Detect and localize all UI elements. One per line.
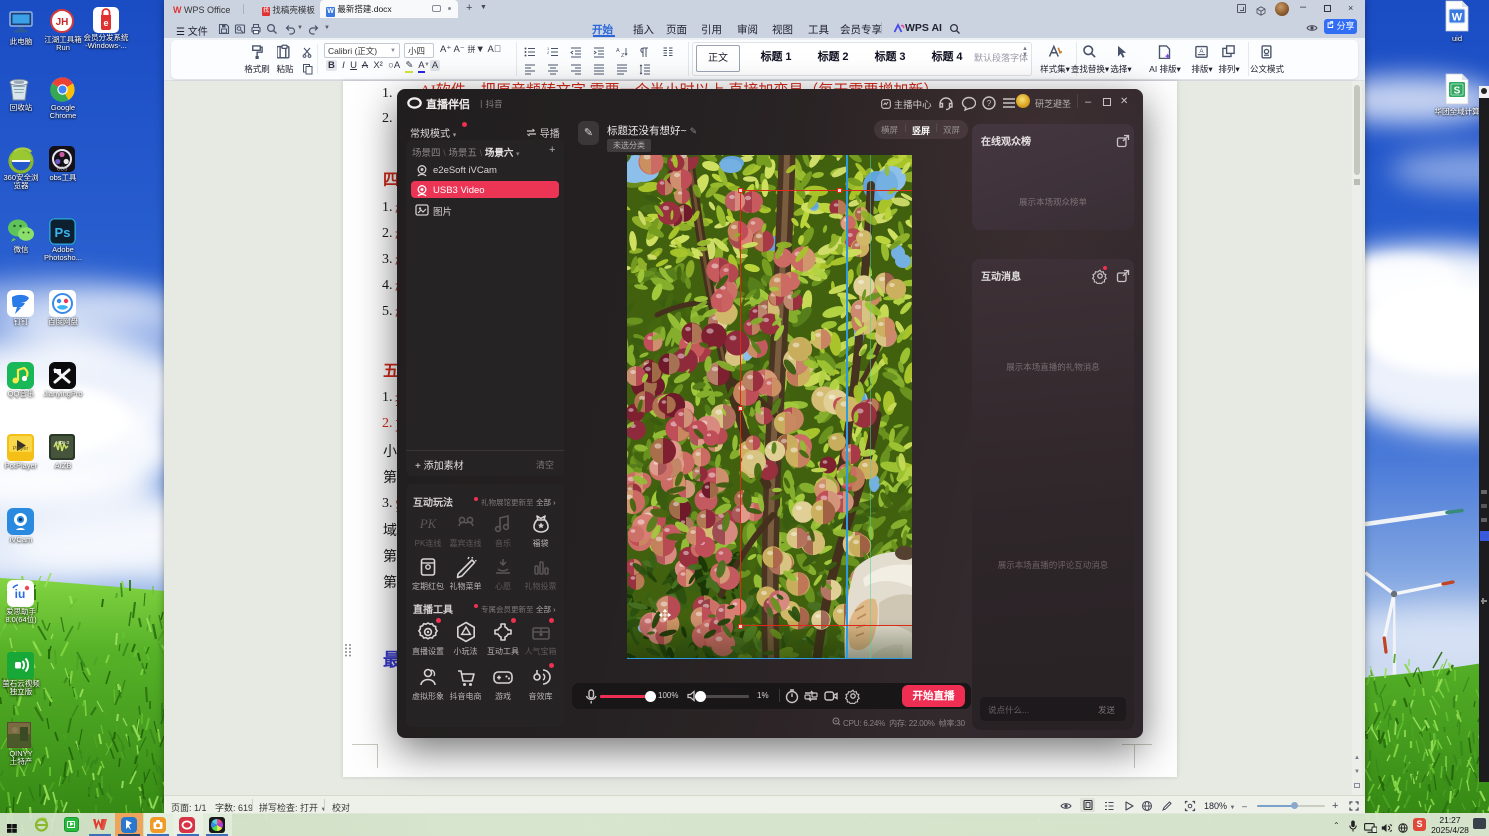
svg-text:?: ? [987,99,992,108]
svg-text:Ps: Ps [55,225,71,240]
svg-text:A: A [1199,48,1204,55]
svg-text:A: A [616,48,620,54]
svg-text:JH: JH [56,17,69,28]
svg-text:PK: PK [419,516,438,531]
svg-text:Z: Z [621,53,625,58]
svg-text:iu: iu [15,587,26,601]
svg-text:S: S [1454,86,1461,97]
svg-text:OBS: OBS [57,167,68,173]
svg-text:AIZB-3: AIZB-3 [55,440,70,445]
svg-text:W: W [1452,12,1463,24]
svg-text:2: 2 [547,50,550,55]
svg-text:e: e [103,18,108,28]
svg-text:Player: Player [13,446,29,452]
